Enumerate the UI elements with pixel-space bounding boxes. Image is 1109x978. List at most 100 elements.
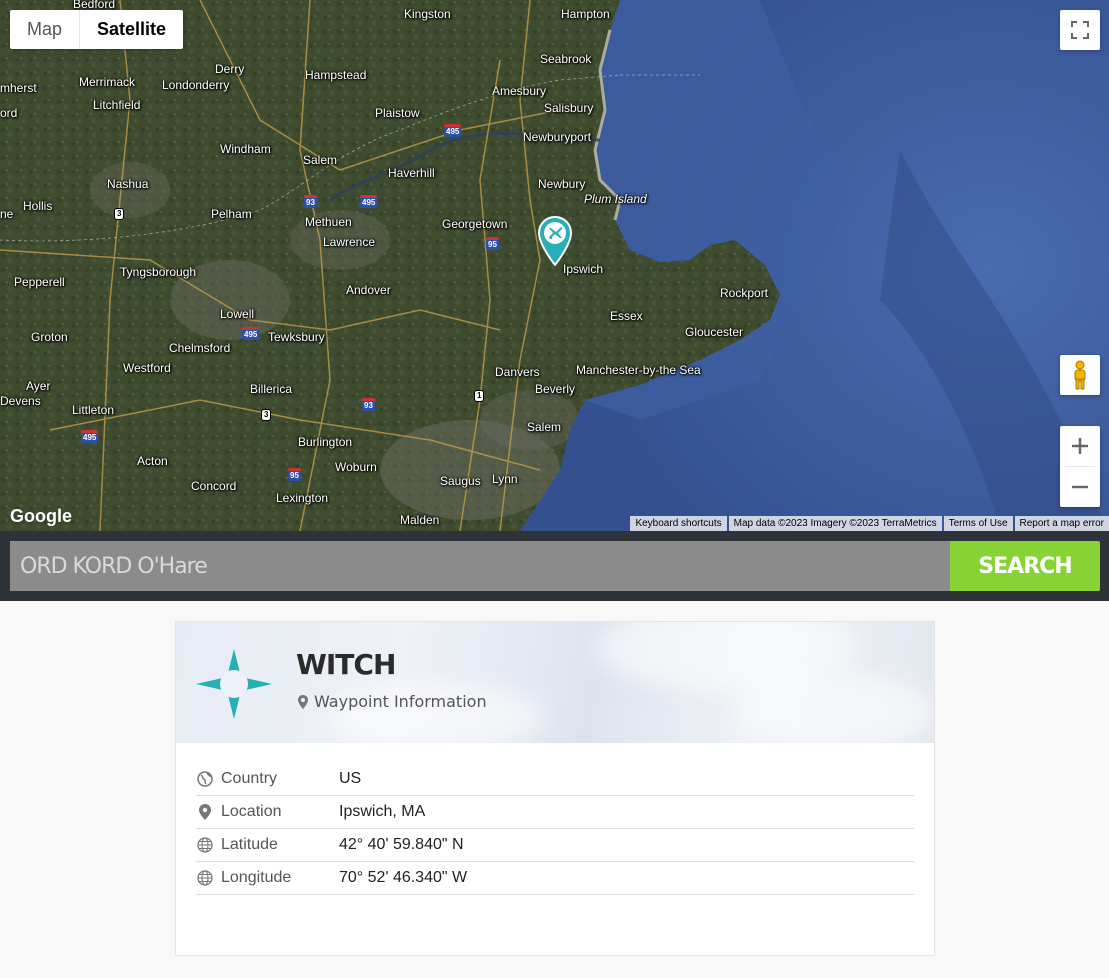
info-label-text: Location	[221, 803, 282, 820]
waypoint-subtitle-text: Waypoint Information	[314, 692, 487, 711]
waypoint-marker[interactable]	[537, 215, 573, 271]
zoom-out-button[interactable]	[1060, 467, 1100, 507]
info-row-latitude: Latitude 42° 40' 59.840" N	[196, 829, 914, 862]
map-label: Hampstead	[305, 68, 367, 82]
map-label: Hollis	[23, 199, 53, 213]
map-label: Westford	[123, 361, 171, 375]
map-type-map-button[interactable]: Map	[10, 10, 79, 49]
map-label: Gloucester	[685, 325, 744, 339]
search-bar: SEARCH	[0, 531, 1109, 601]
map-label: Manchester-by-the Sea	[576, 363, 701, 377]
search-button[interactable]: SEARCH	[950, 541, 1100, 591]
map-label: Nashua	[107, 177, 149, 191]
info-value: 42° 40' 59.840" N	[339, 836, 464, 853]
route-shield: 93	[362, 398, 375, 411]
map-label: Burlington	[298, 435, 353, 449]
map-label: Acton	[137, 454, 168, 468]
terms-of-use-link[interactable]: Terms of Use	[943, 516, 1013, 531]
map-label: ord	[0, 106, 18, 120]
info-row-location: Location Ipswich, MA	[196, 796, 914, 829]
map-type-control: Map Satellite	[10, 10, 184, 49]
globe-grid-icon	[196, 837, 213, 854]
minus-icon	[1072, 485, 1088, 489]
map-type-satellite-button[interactable]: Satellite	[79, 10, 183, 49]
fullscreen-button[interactable]	[1060, 10, 1100, 50]
map-label: Andover	[346, 283, 391, 297]
street-view-button[interactable]	[1060, 355, 1100, 395]
plus-icon	[1072, 438, 1088, 454]
info-label: Country	[196, 770, 339, 788]
route-shield: 95	[486, 237, 499, 250]
map-label: Pelham	[211, 207, 252, 221]
waypoint-info-table: Country US Location Ipswich, MA Latitude…	[196, 763, 914, 895]
map-label: Chelmsford	[169, 341, 231, 355]
globe-grid-icon	[196, 870, 213, 887]
waypoint-star-icon	[196, 649, 272, 719]
pegman-icon	[1074, 360, 1086, 390]
airplane-marker-icon	[537, 215, 573, 267]
map-label: Tyngsborough	[120, 265, 197, 279]
map-label: ne	[0, 207, 14, 221]
route-shield: 95	[288, 468, 301, 481]
map-label: Amesbury	[492, 84, 547, 98]
waypoint-card: WITCH Waypoint Information Country US Lo…	[175, 621, 935, 956]
zoom-in-button[interactable]	[1060, 426, 1100, 466]
map-label: Tewksbury	[268, 330, 325, 344]
map-label: Plum Island	[584, 192, 647, 206]
map-label: Groton	[31, 330, 68, 344]
map-data-text: Map data ©2023 Imagery ©2023 TerraMetric…	[728, 516, 942, 531]
route-shield: 93	[304, 195, 317, 208]
zoom-control	[1060, 426, 1100, 507]
info-label: Latitude	[196, 836, 339, 854]
map-label: Billerica	[250, 382, 293, 396]
google-logo[interactable]: Google	[10, 506, 72, 527]
map-attribution: Keyboard shortcuts Map data ©2023 Imager…	[628, 516, 1109, 531]
map-label: Hampton	[561, 7, 610, 21]
map-label: Littleton	[72, 403, 115, 417]
map-label: Haverhill	[388, 166, 435, 180]
info-label-text: Country	[221, 770, 278, 787]
waypoint-header: WITCH Waypoint Information	[176, 622, 934, 743]
info-value: US	[339, 770, 362, 787]
map-label: Pepperell	[14, 275, 65, 289]
map-label: Seabrook	[540, 52, 592, 66]
route-shield: 1	[474, 390, 485, 402]
info-value: Ipswich, MA	[339, 803, 426, 820]
keyboard-shortcuts-link[interactable]: Keyboard shortcuts	[630, 516, 727, 531]
info-label: Location	[196, 803, 339, 821]
map-label: Rockport	[720, 286, 769, 300]
globe-icon	[196, 771, 213, 788]
map-view[interactable]: Bedford Kingston Hampton Seabrook Derry …	[0, 0, 1109, 531]
map-label: Merrimack	[79, 75, 135, 89]
info-value: 70° 52' 46.340" W	[339, 869, 468, 886]
map-label: Methuen	[305, 215, 352, 229]
fullscreen-icon	[1071, 21, 1089, 39]
route-shield: 495	[242, 327, 260, 340]
map-label: Newbury	[538, 177, 586, 191]
map-label: Salem	[303, 153, 338, 167]
map-label: Ayer	[26, 379, 51, 393]
route-shield: 3	[114, 208, 125, 220]
route-shield: 3	[261, 409, 272, 421]
info-row-country: Country US	[196, 763, 914, 796]
waypoint-name: WITCH	[296, 648, 396, 681]
map-label: mherst	[0, 81, 37, 95]
route-shield: 495	[81, 430, 99, 443]
search-input[interactable]	[10, 541, 950, 591]
map-label: Concord	[191, 479, 237, 493]
map-label: Salem	[527, 420, 562, 434]
waypoint-subtitle: Waypoint Information	[298, 692, 487, 711]
map-pin-icon	[196, 804, 213, 821]
map-label: Malden	[400, 513, 440, 527]
map-label: Saugus	[440, 474, 481, 488]
map-pin-icon	[298, 694, 308, 709]
map-label: Woburn	[335, 460, 377, 474]
map-label: Newburyport	[523, 130, 592, 144]
map-label: Georgetown	[442, 217, 508, 231]
map-label: Lynn	[492, 472, 518, 486]
report-map-error-link[interactable]: Report a map error	[1014, 516, 1109, 531]
map-label: Litchfield	[93, 98, 141, 112]
info-label: Longitude	[196, 869, 339, 887]
route-shield: 495	[360, 195, 378, 208]
map-label: Salisbury	[544, 101, 594, 115]
